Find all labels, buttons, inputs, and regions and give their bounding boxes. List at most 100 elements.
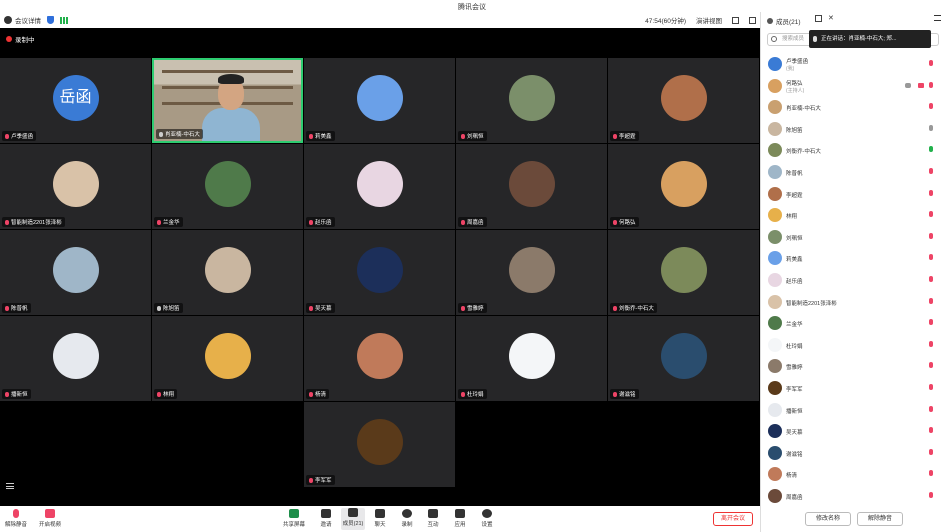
- mic-off-icon: [13, 509, 19, 518]
- record-button[interactable]: 录制: [395, 509, 419, 528]
- video-tile[interactable]: 雪雅婷: [456, 230, 607, 315]
- video-button[interactable]: 开启视频: [38, 509, 62, 528]
- mute-button[interactable]: 解除静音: [4, 509, 28, 528]
- mic-off-icon[interactable]: [929, 211, 933, 218]
- video-tile[interactable]: 刘衡乔-中石大: [608, 230, 759, 315]
- mic-off-icon[interactable]: [929, 384, 933, 390]
- member-row[interactable]: 雪雅婷: [761, 355, 944, 377]
- video-tile[interactable]: 李军军: [304, 402, 455, 487]
- apps-label: 应用: [454, 522, 466, 528]
- video-tile[interactable]: 赵乐函: [304, 144, 455, 229]
- layout-icon[interactable]: [749, 16, 756, 24]
- share-screen-button[interactable]: 共享屏幕: [282, 509, 306, 528]
- member-row[interactable]: 杨清: [761, 463, 944, 485]
- mic-off-icon[interactable]: [929, 276, 933, 282]
- mic-off-icon[interactable]: [929, 492, 933, 498]
- video-tile[interactable]: 播新恒: [0, 316, 151, 401]
- video-tile[interactable]: 李超霆: [608, 58, 759, 143]
- mic-off-icon[interactable]: [929, 232, 933, 239]
- mic-off-icon[interactable]: [929, 60, 933, 66]
- signal-icon[interactable]: [60, 16, 68, 24]
- tile-name-tag: 雪雅婷: [458, 303, 487, 313]
- member-name: 周嘉函: [786, 495, 803, 501]
- member-row[interactable]: 林翔: [761, 204, 944, 226]
- tile-name-tag: 何路弘: [610, 217, 639, 227]
- video-tile[interactable]: 周嘉函: [456, 144, 607, 229]
- mic-off-icon[interactable]: [929, 297, 933, 304]
- member-name: 谢滋铭: [786, 451, 803, 458]
- mic-off-icon[interactable]: [929, 254, 933, 261]
- fullscreen-icon[interactable]: [732, 16, 739, 24]
- mic-off-icon[interactable]: [929, 103, 933, 110]
- list-icon[interactable]: [6, 483, 14, 489]
- member-row[interactable]: 播新恒: [761, 399, 944, 421]
- member-row[interactable]: 刘衡乔-中石大: [761, 139, 944, 161]
- apps-button[interactable]: 应用: [448, 509, 472, 528]
- settings-button[interactable]: 设置: [475, 509, 499, 528]
- mic-off-icon[interactable]: [929, 405, 933, 412]
- view-switch-button[interactable]: 演讲视图: [696, 15, 722, 25]
- participant-name: 播新恒: [11, 392, 28, 398]
- mic-off-icon[interactable]: [929, 340, 933, 347]
- video-tile[interactable]: 兰金华: [152, 144, 303, 229]
- mic-icon[interactable]: [929, 146, 933, 153]
- member-row[interactable]: 肖亚楠-中石大: [761, 96, 944, 118]
- member-row[interactable]: 何路弘 (主持人): [761, 75, 944, 97]
- interact-button[interactable]: 互动: [421, 509, 445, 528]
- video-stage: 录制中 岳函 卢季盛函 肖亚楠-中石大 莉美鑫 刘珮恒 李超霆 智能制造2201张泽彬 兰金华…: [0, 28, 760, 506]
- mic-off-icon[interactable]: [929, 168, 933, 174]
- member-row[interactable]: 卢季盛函 (我): [761, 53, 944, 75]
- member-row[interactable]: 吴天慕: [761, 420, 944, 442]
- video-tile[interactable]: 杜玲娟: [456, 316, 607, 401]
- menu-icon[interactable]: [934, 15, 941, 21]
- video-tile[interactable]: 杨清: [304, 316, 455, 401]
- video-tile[interactable]: 岳函 卢季盛函: [0, 58, 151, 143]
- member-row[interactable]: 李军军: [761, 377, 944, 399]
- member-row[interactable]: 刘珮恒: [761, 226, 944, 248]
- video-tile[interactable]: 谢滋铭: [608, 316, 759, 401]
- mic-off-icon[interactable]: [929, 319, 933, 326]
- members-button[interactable]: 成员(21): [341, 508, 365, 530]
- mic-off-icon[interactable]: [929, 362, 933, 369]
- member-row[interactable]: 杜玲娟: [761, 334, 944, 356]
- unmute-button[interactable]: 解除静音: [857, 512, 903, 526]
- member-row[interactable]: 莉美鑫: [761, 247, 944, 269]
- member-row[interactable]: 兰金华: [761, 312, 944, 334]
- video-tile[interactable]: 何路弘: [608, 144, 759, 229]
- member-row[interactable]: 陈普帆: [761, 161, 944, 183]
- avatar: [204, 246, 251, 293]
- popout-icon[interactable]: [815, 15, 822, 22]
- shield-icon[interactable]: [47, 16, 54, 24]
- video-tile[interactable]: 林翔: [152, 316, 303, 401]
- video-tile[interactable]: 陈普帆: [0, 230, 151, 315]
- close-icon[interactable]: ✕: [828, 15, 834, 22]
- chat-label: 聊天: [374, 522, 386, 528]
- record-dot-icon: [6, 36, 12, 42]
- member-row[interactable]: 谢滋铭: [761, 442, 944, 464]
- chat-button[interactable]: 聊天: [368, 509, 392, 528]
- invite-button[interactable]: 邀请: [314, 509, 338, 528]
- member-row[interactable]: 赵乐函: [761, 269, 944, 291]
- video-tile[interactable]: 吴天慕: [304, 230, 455, 315]
- mic-off-icon: [461, 391, 465, 397]
- rename-button[interactable]: 修改名称: [805, 512, 851, 526]
- leave-meeting-button[interactable]: 离开会议: [713, 512, 753, 526]
- member-row[interactable]: 李超霆: [761, 183, 944, 205]
- video-tile[interactable]: 莉美鑫: [304, 58, 455, 143]
- meeting-info-button[interactable]: 会议详情: [4, 15, 41, 25]
- mic-off-icon[interactable]: [929, 81, 933, 88]
- mic-off-icon[interactable]: [929, 124, 933, 131]
- avatar: [768, 359, 782, 374]
- mic-off-icon[interactable]: [929, 189, 933, 196]
- video-tile[interactable]: 肖亚楠-中石大: [152, 58, 303, 143]
- member-row[interactable]: 陈旭笛: [761, 118, 944, 140]
- member-row[interactable]: 周嘉函: [761, 485, 944, 507]
- mic-off-icon[interactable]: [929, 448, 933, 455]
- member-row[interactable]: 智能制造2201张泽彬: [761, 291, 944, 313]
- video-tile[interactable]: 陈旭笛: [152, 230, 303, 315]
- tile-name-tag: 刘珮恒: [458, 131, 487, 141]
- video-tile[interactable]: 刘珮恒: [456, 58, 607, 143]
- video-tile[interactable]: 智能制造2201张泽彬: [0, 144, 151, 229]
- mic-off-icon[interactable]: [929, 470, 933, 477]
- mic-off-icon[interactable]: [929, 427, 933, 434]
